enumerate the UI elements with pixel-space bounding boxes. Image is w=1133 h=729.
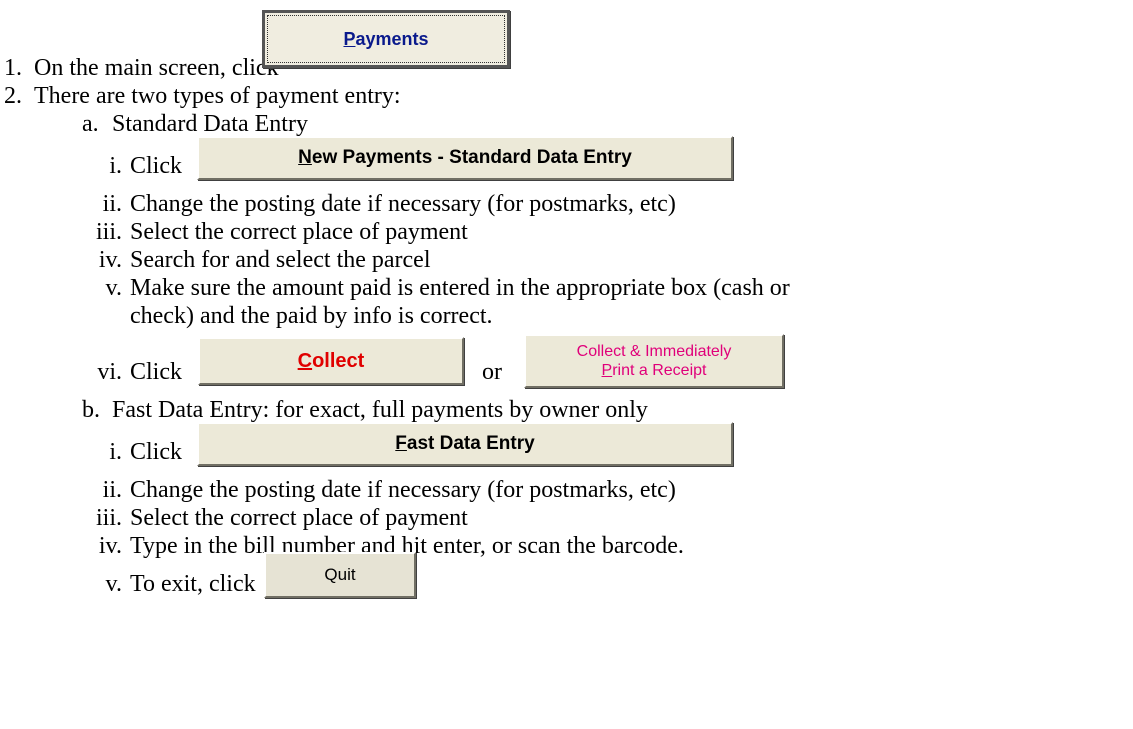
button-label: ew Payments - Standard Data Entry xyxy=(311,147,632,168)
item-text: To exit, click xyxy=(130,571,256,597)
step-number: 2. xyxy=(4,83,22,109)
item-number: i. xyxy=(109,439,122,465)
item-number: vi. xyxy=(97,359,122,385)
new-payments-standard-button[interactable]: New Payments - Standard Data Entry xyxy=(197,136,733,180)
item-number: iii. xyxy=(95,505,122,531)
or-text: or xyxy=(482,359,502,385)
button-label-line1: Collect & Immediately xyxy=(576,343,732,360)
item-number: ii. xyxy=(102,477,122,503)
button-label: Quit xyxy=(324,565,356,584)
item-number: ii. xyxy=(102,191,122,217)
step-text: There are two types of payment entry: xyxy=(34,83,401,109)
step-number: 1. xyxy=(4,55,22,81)
step-text: On the main screen, click xyxy=(34,55,279,81)
item-text: Click xyxy=(130,153,182,179)
item-text: Select the correct place of payment xyxy=(130,505,468,531)
item-text: Click xyxy=(130,439,182,465)
collect-button[interactable]: Collect xyxy=(198,337,464,385)
accel-key: N xyxy=(298,147,312,168)
collect-print-receipt-button[interactable]: Collect & Immediately Print a Receipt xyxy=(524,334,784,388)
accel-key: C xyxy=(297,349,313,372)
section-title: Standard Data Entry xyxy=(112,111,308,137)
item-number: iv. xyxy=(98,533,122,559)
item-text: Make sure the amount paid is entered in … xyxy=(130,275,790,301)
item-text: Select the correct place of payment xyxy=(130,219,468,245)
item-number: v. xyxy=(105,275,122,301)
button-label: ayments xyxy=(355,28,429,49)
section-letter: b. xyxy=(82,397,100,423)
item-number: v. xyxy=(105,571,122,597)
accel-key: F xyxy=(395,433,407,454)
item-number: iii. xyxy=(95,219,122,245)
item-number: iv. xyxy=(98,247,122,273)
quit-button[interactable]: Quit xyxy=(264,552,416,598)
item-text: Change the posting date if necessary (fo… xyxy=(130,191,676,217)
item-text: Search for and select the parcel xyxy=(130,247,431,273)
button-label: ast Data Entry xyxy=(406,433,535,454)
button-label: ollect xyxy=(312,349,365,372)
item-number: i. xyxy=(109,153,122,179)
section-letter: a. xyxy=(82,111,99,137)
accel-key: P xyxy=(343,28,356,49)
item-text-continued: check) and the paid by info is correct. xyxy=(130,303,493,329)
fast-data-entry-button[interactable]: Fast Data Entry xyxy=(197,422,733,466)
payments-button[interactable]: Payments xyxy=(262,10,510,68)
accel-key: P xyxy=(601,362,613,379)
button-label-line2: rint a Receipt xyxy=(612,362,707,379)
item-text: Change the posting date if necessary (fo… xyxy=(130,477,676,503)
item-text: Click xyxy=(130,359,182,385)
section-title: Fast Data Entry: for exact, full payment… xyxy=(112,397,648,423)
